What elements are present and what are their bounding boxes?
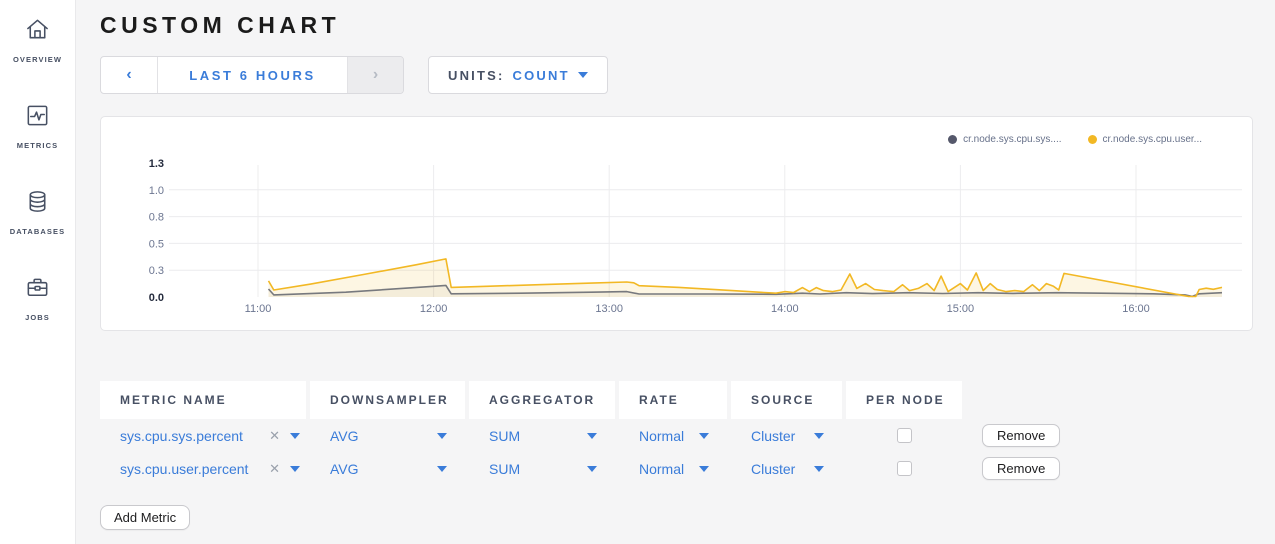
caret-down-icon xyxy=(587,433,597,439)
source-value: Cluster xyxy=(751,428,795,444)
chevron-right-icon: › xyxy=(373,66,378,84)
col-header-rate: RATE xyxy=(619,381,727,419)
controls-row: ‹ LAST 6 HOURS › UNITS: COUNT xyxy=(100,56,1253,94)
units-value: COUNT xyxy=(513,68,570,83)
time-range-label: LAST 6 HOURS xyxy=(189,68,316,83)
caret-down-icon xyxy=(814,466,824,472)
sidebar-item-label: DATABASES xyxy=(10,227,65,236)
rate-value: Normal xyxy=(639,461,684,477)
aggregator-value: SUM xyxy=(489,428,520,444)
svg-text:1.0: 1.0 xyxy=(149,185,164,197)
svg-text:14:00: 14:00 xyxy=(771,303,799,315)
col-header-aggregator: AGGREGATOR xyxy=(469,381,615,419)
rate-select[interactable]: Normal xyxy=(639,461,727,477)
caret-down-icon xyxy=(699,433,709,439)
chart-plot[interactable]: 1.3 1.0 0.8 0.5 0.3 0.0 11:00 12:00 13:00 14:00 15… xyxy=(101,117,1254,332)
caret-down-icon xyxy=(587,466,597,472)
svg-text:1.3: 1.3 xyxy=(149,158,164,170)
home-icon xyxy=(24,16,51,48)
caret-down-icon xyxy=(290,466,300,472)
metric-name-value: sys.cpu.sys.percent xyxy=(120,428,243,444)
table-row: sys.cpu.user.percent ✕ AVG SUM Normal Cl… xyxy=(100,452,1253,485)
units-label: UNITS: xyxy=(448,68,505,83)
sidebar-item-label: JOBS xyxy=(25,313,50,322)
svg-text:11:00: 11:00 xyxy=(245,303,272,315)
main-content: CUSTOM CHART ‹ LAST 6 HOURS › UNITS: COU… xyxy=(76,0,1275,544)
aggregator-select[interactable]: SUM xyxy=(489,428,615,444)
aggregator-value: SUM xyxy=(489,461,520,477)
time-window-picker: ‹ LAST 6 HOURS › xyxy=(100,56,404,94)
metric-name-select[interactable]: sys.cpu.user.percent ✕ xyxy=(120,461,306,477)
remove-button[interactable]: Remove xyxy=(982,424,1060,447)
source-select[interactable]: Cluster xyxy=(751,461,842,477)
jobs-icon xyxy=(24,274,51,306)
downsampler-select[interactable]: AVG xyxy=(330,428,465,444)
svg-text:15:00: 15:00 xyxy=(947,303,975,315)
add-metric-button[interactable]: Add Metric xyxy=(100,505,190,530)
time-prev-button[interactable]: ‹ xyxy=(101,57,158,93)
metric-name-value: sys.cpu.user.percent xyxy=(120,461,248,477)
table-header-row: METRIC NAME DOWNSAMPLER AGGREGATOR RATE … xyxy=(100,381,1253,419)
sidebar-item-databases[interactable]: DATABASES xyxy=(10,188,65,236)
clear-metric-icon[interactable]: ✕ xyxy=(269,428,280,444)
rate-select[interactable]: Normal xyxy=(639,428,727,444)
chart-panel: cr.node.sys.cpu.sys....cr.node.sys.cpu.u… xyxy=(100,116,1253,331)
units-dropdown[interactable]: UNITS: COUNT xyxy=(428,56,608,94)
time-range-dropdown[interactable]: LAST 6 HOURS xyxy=(158,57,347,93)
col-header-per-node: PER NODE xyxy=(846,381,962,419)
svg-text:12:00: 12:00 xyxy=(420,303,448,315)
database-icon xyxy=(24,188,51,220)
sidebar-item-jobs[interactable]: JOBS xyxy=(24,274,51,322)
source-select[interactable]: Cluster xyxy=(751,428,842,444)
downsampler-value: AVG xyxy=(330,461,359,477)
metrics-table: METRIC NAME DOWNSAMPLER AGGREGATOR RATE … xyxy=(100,381,1253,530)
downsampler-value: AVG xyxy=(330,428,359,444)
col-header-metric-name: METRIC NAME xyxy=(100,381,306,419)
metrics-icon xyxy=(24,102,51,134)
svg-text:0.3: 0.3 xyxy=(149,265,164,277)
svg-text:0.0: 0.0 xyxy=(149,292,164,304)
svg-text:13:00: 13:00 xyxy=(595,303,623,315)
chevron-left-icon: ‹ xyxy=(126,66,131,84)
sidebar: OVERVIEW METRICS DATABASES JOBS xyxy=(0,0,76,544)
caret-down-icon xyxy=(814,433,824,439)
clear-metric-icon[interactable]: ✕ xyxy=(269,461,280,477)
caret-down-icon xyxy=(290,433,300,439)
col-header-source: SOURCE xyxy=(731,381,842,419)
page-title: CUSTOM CHART xyxy=(100,12,1253,39)
source-value: Cluster xyxy=(751,461,795,477)
caret-down-icon xyxy=(699,466,709,472)
sidebar-item-label: METRICS xyxy=(17,141,58,150)
remove-button[interactable]: Remove xyxy=(982,457,1060,480)
sidebar-item-metrics[interactable]: METRICS xyxy=(17,102,58,150)
caret-down-icon xyxy=(437,466,447,472)
per-node-checkbox[interactable] xyxy=(897,428,912,443)
col-header-downsampler: DOWNSAMPLER xyxy=(310,381,465,419)
svg-text:16:00: 16:00 xyxy=(1122,303,1150,315)
svg-text:0.8: 0.8 xyxy=(149,212,164,224)
per-node-checkbox[interactable] xyxy=(897,461,912,476)
caret-down-icon xyxy=(437,433,447,439)
rate-value: Normal xyxy=(639,428,684,444)
metric-name-select[interactable]: sys.cpu.sys.percent ✕ xyxy=(120,428,306,444)
table-row: sys.cpu.sys.percent ✕ AVG SUM Normal Clu… xyxy=(100,419,1253,452)
aggregator-select[interactable]: SUM xyxy=(489,461,615,477)
sidebar-item-overview[interactable]: OVERVIEW xyxy=(13,16,62,64)
downsampler-select[interactable]: AVG xyxy=(330,461,465,477)
caret-down-icon xyxy=(578,72,588,78)
svg-text:0.5: 0.5 xyxy=(149,238,164,250)
time-next-button[interactable]: › xyxy=(347,57,403,93)
sidebar-item-label: OVERVIEW xyxy=(13,55,62,64)
